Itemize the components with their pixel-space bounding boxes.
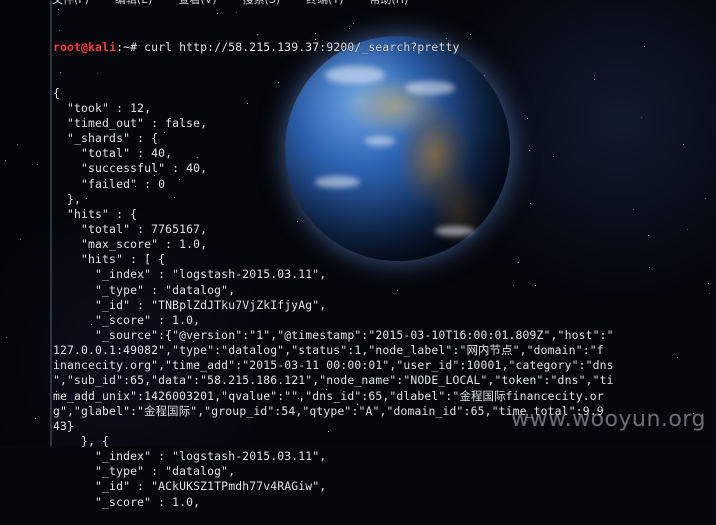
menu-item[interactable]: 编辑(E) <box>115 0 153 6</box>
output-line: { <box>53 85 61 100</box>
command-text: curl http://58.215.139.37:9200/_search?p… <box>137 40 460 55</box>
output-line: "_index" : "logstash-2015.03.11", <box>53 267 327 282</box>
terminal-left-border <box>50 0 52 446</box>
output-line: "hits" : [ { <box>53 252 166 267</box>
output-line: "total" : 7765167, <box>53 222 208 237</box>
prompt-path: :~# <box>116 40 138 55</box>
menu-item[interactable]: 搜索(S) <box>243 0 281 6</box>
command-prompt-line: root@kali:~# curl http://58.215.139.37:9… <box>53 40 713 55</box>
output-line: "max_score" : 1.0, <box>53 237 208 252</box>
output-line: "failed" : 0 <box>53 176 166 191</box>
output-line: "_source":{"@version":"1","@timestamp":"… <box>53 328 614 343</box>
output-line: "_type" : "datalog", <box>53 282 236 297</box>
output-line: 127.0.0.1:49082","type":"datalog","statu… <box>53 343 604 358</box>
prompt-at: @ <box>81 40 89 55</box>
output-line: "took" : 12, <box>53 100 152 115</box>
menu-item[interactable]: 帮助(H) <box>369 0 408 6</box>
output-line: "_score" : 1.0, <box>53 312 201 327</box>
output-line: me_add_unix":1426003201,"qvalue":"","dns… <box>53 388 604 403</box>
output-line: "hits" : { <box>53 206 138 221</box>
menu-item[interactable]: 文件(F) <box>52 0 89 6</box>
output-line: }, <box>53 191 82 206</box>
output-line: "_index" : "logstash-2015.03.11", <box>53 449 327 464</box>
terminal-menubar: 文件(F) 编辑(E) 查看(V) 搜索(S) 终端(T) 帮助(H) <box>52 0 408 6</box>
output-line: "_id" : "TNBplZdJTku7VjZkIfjyAg", <box>53 297 327 312</box>
prompt-host: kali <box>88 40 117 55</box>
output-line: "_type" : "datalog", <box>53 464 236 479</box>
output-line: }, { <box>53 434 110 448</box>
terminal-output[interactable]: root@kali:~# curl http://58.215.139.37:9… <box>53 10 713 525</box>
watermark-text: www.wooyun.org <box>511 407 706 432</box>
output-line: inancecity.org","time_add":"2015-03-11 0… <box>53 358 614 373</box>
menu-item[interactable]: 查看(V) <box>178 0 216 6</box>
menu-item[interactable]: 终端(T) <box>306 0 343 6</box>
output-line: "timed_out" : false, <box>53 116 208 131</box>
left-dock-panel <box>0 0 52 446</box>
output-line: "total" : 40, <box>53 146 173 161</box>
output-line: ","sub_id":65,"data":"58.215.186.121","n… <box>53 373 614 388</box>
prompt-user: root <box>53 40 82 55</box>
output-line: "_score" : 1.0, <box>53 494 201 509</box>
output-line: "successful" : 40, <box>53 161 208 176</box>
output-line: "_id" : "ACkUKSZ1TPmdh77v4RAGiw", <box>53 479 327 494</box>
output-line: "_shards" : { <box>53 131 159 146</box>
